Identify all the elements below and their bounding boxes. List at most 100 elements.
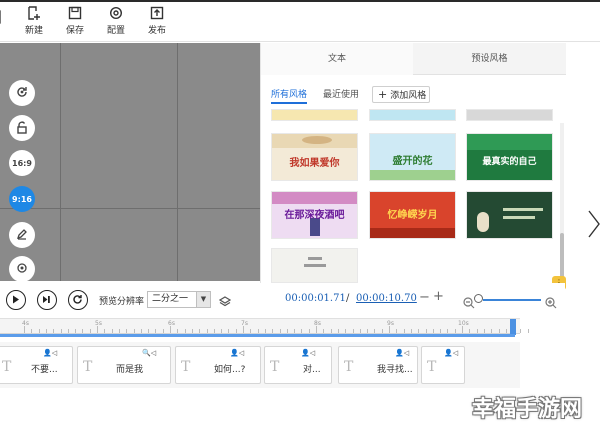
panel-tabs: 文本 预设风格 xyxy=(261,43,566,75)
text-clip-icon: T xyxy=(2,359,12,375)
preview-resolution-select[interactable]: 二分之一 ▼ xyxy=(147,291,211,308)
clip-voice-icon[interactable]: 👤◁ xyxy=(230,349,244,357)
rotate-button[interactable] xyxy=(9,80,35,106)
replay-button[interactable] xyxy=(68,290,88,310)
ruler-tick xyxy=(206,329,208,333)
ruler-tick xyxy=(389,326,390,333)
zoom-out-button[interactable]: − xyxy=(419,290,430,305)
unlock-icon xyxy=(16,120,28,136)
ruler-tick xyxy=(337,329,339,333)
publish-button[interactable]: 发布 xyxy=(139,6,175,40)
style-thumbnail[interactable]: 盛开的花 xyxy=(369,133,456,181)
subtab-all-styles[interactable]: 所有风格 xyxy=(271,87,308,104)
layers-icon[interactable] xyxy=(218,293,232,312)
style-thumbnail[interactable]: 忆峥嵘岁月 xyxy=(369,191,456,239)
config-button[interactable]: 配置 xyxy=(98,6,134,40)
clip-search-voice-icon[interactable]: 🔍◁ xyxy=(142,349,156,357)
tab-preset-style[interactable]: 预设风格 xyxy=(413,43,566,75)
ruler-tick xyxy=(104,329,106,333)
ruler-tick xyxy=(330,329,332,333)
aspect-9-16-button[interactable]: 9:16 xyxy=(9,186,35,212)
new-button-label: 新建 xyxy=(24,26,43,36)
ruler-tick xyxy=(396,329,398,333)
ruler-tick xyxy=(111,329,113,333)
ruler-tick xyxy=(301,329,303,333)
watermark: 幸福手游网 xyxy=(472,397,583,422)
clip-voice-icon[interactable]: 👤◁ xyxy=(301,349,315,357)
ruler-label: 10s xyxy=(458,320,469,327)
timeline-ruler[interactable]: 4s 5s 6s 7s 8s 9s 10s xyxy=(0,318,529,335)
thumbnail-caption: 最真实的自己 xyxy=(482,157,537,167)
zoom-slider-track[interactable] xyxy=(483,299,541,301)
add-style-button[interactable]: + 添加风格 xyxy=(372,86,430,103)
pencil-icon xyxy=(16,228,28,242)
subtab-recent[interactable]: 最近使用 xyxy=(323,87,359,100)
ruler-tick xyxy=(60,329,62,333)
style-thumbnail[interactable] xyxy=(271,248,358,283)
ruler-tick xyxy=(425,329,427,333)
ruler-tick xyxy=(462,326,463,333)
ruler-tick xyxy=(221,329,223,333)
ruler-tick xyxy=(381,329,383,333)
subtitle-clip[interactable]: T 而是我 🔍◁ xyxy=(77,346,171,384)
clip-text: 而是我 xyxy=(116,365,144,375)
aspect-16-9-button[interactable]: 16:9 xyxy=(9,150,35,176)
grid-line xyxy=(0,208,260,209)
zoom-in-button[interactable]: + xyxy=(433,289,444,304)
zoom-in-icon[interactable] xyxy=(545,294,557,313)
next-arrow-icon[interactable] xyxy=(588,210,600,242)
ruler-tick xyxy=(520,329,522,333)
ruler-tick xyxy=(89,329,91,333)
settings-icon xyxy=(16,262,28,276)
style-thumbnail[interactable]: 最真实的自己 xyxy=(466,133,553,181)
clip-voice-icon[interactable]: 👤◁ xyxy=(43,349,57,357)
subtitle-clip[interactable]: T 对... 👤◁ xyxy=(264,346,332,384)
ruler-tick xyxy=(294,329,296,333)
ruler-tick xyxy=(476,329,478,333)
ruler-tick xyxy=(53,329,55,333)
new-icon xyxy=(16,6,52,20)
style-thumbnail[interactable] xyxy=(466,109,553,121)
style-thumbnail[interactable] xyxy=(369,109,456,121)
clip-voice-icon[interactable]: 👤◁ xyxy=(444,349,458,357)
gear-icon xyxy=(98,6,134,20)
chevron-down-icon: ▼ xyxy=(196,292,210,307)
text-clip-icon: T xyxy=(427,359,437,375)
subtitle-clip[interactable]: T 如何...? 👤◁ xyxy=(175,346,261,384)
ruler-tick xyxy=(243,326,244,333)
ruler-tick xyxy=(118,329,120,333)
toolbar: 新建 保存 配置 发布 xyxy=(0,2,600,42)
preview-resolution-value: 二分之一 xyxy=(152,294,189,304)
subtitle-clip[interactable]: T 我寻找... 👤◁ xyxy=(338,346,418,384)
new-button[interactable]: 新建 xyxy=(16,6,52,40)
aspect-16-9-label: 16:9 xyxy=(12,158,32,168)
preview-canvas[interactable]: 16:9 9:16 xyxy=(0,43,260,282)
next-frame-button[interactable] xyxy=(37,290,57,310)
ruler-tick xyxy=(31,329,33,333)
ruler-tick xyxy=(374,329,376,333)
save-button[interactable]: 保存 xyxy=(57,6,93,40)
ruler-tick xyxy=(170,326,171,333)
edit-button[interactable] xyxy=(9,222,35,248)
thumbnail-caption: 我如果爱你 xyxy=(289,158,340,169)
subtitle-clip[interactable]: T 不要... 👤◁ xyxy=(0,346,73,384)
total-time: 00:00:10.70 xyxy=(356,293,417,304)
clip-voice-icon[interactable]: 👤◁ xyxy=(395,349,409,357)
lock-button[interactable] xyxy=(9,115,35,141)
ruler-tick xyxy=(133,329,135,333)
tab-text[interactable]: 文本 xyxy=(261,43,413,75)
panel-scrollbar-thumb[interactable] xyxy=(560,233,564,279)
text-clip-icon: T xyxy=(270,359,280,375)
timeline-end-marker[interactable] xyxy=(510,319,516,335)
play-button[interactable] xyxy=(6,290,26,310)
subtitle-clip[interactable]: T 👤◁ xyxy=(421,346,465,384)
publish-button-label: 发布 xyxy=(147,26,166,36)
style-thumbnail[interactable] xyxy=(271,109,358,121)
zoom-slider-knob[interactable] xyxy=(474,294,483,303)
style-thumbnail[interactable]: 在那深夜酒吧 xyxy=(271,191,358,239)
clip-text: 我寻找... xyxy=(377,365,413,375)
settings-button[interactable] xyxy=(9,256,35,282)
style-thumbnail[interactable]: 我如果爱你 xyxy=(271,133,358,181)
style-thumbnail[interactable] xyxy=(466,191,553,239)
grid-line xyxy=(60,43,61,281)
